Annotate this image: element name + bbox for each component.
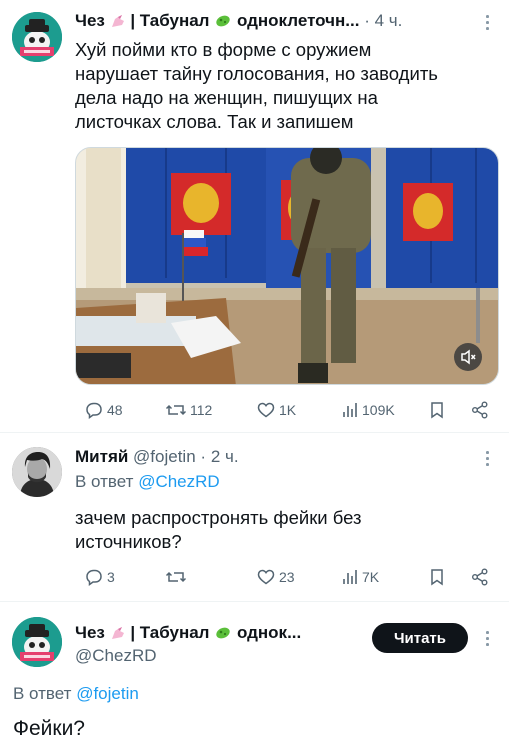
- unicorn-icon: [110, 12, 126, 27]
- tweet-time[interactable]: 4 ч.: [375, 11, 403, 30]
- bookmark-button[interactable]: [425, 399, 446, 421]
- author-name[interactable]: Чез: [75, 11, 105, 30]
- views-icon: [341, 567, 359, 587]
- reply-to-mention[interactable]: @ChezRD: [138, 472, 220, 491]
- reply-to-line: В ответ @fojetin: [13, 683, 139, 705]
- bookmark-button[interactable]: [425, 566, 446, 588]
- reply-to-prefix: В ответ: [13, 684, 72, 703]
- author-handle[interactable]: @fojetin: [133, 447, 196, 466]
- divider: [0, 601, 509, 602]
- heart-icon: [256, 567, 276, 587]
- avatar-chez[interactable]: [12, 617, 62, 667]
- reply-to-mention[interactable]: @fojetin: [76, 684, 139, 703]
- author-name-tail: одноклеточн...: [236, 11, 360, 30]
- author-handle[interactable]: @ChezRD: [75, 646, 157, 665]
- reply-count: 3: [107, 569, 115, 585]
- like-count: 1K: [279, 402, 297, 418]
- author-name-tail: однок...: [236, 623, 302, 642]
- avatar-mityai[interactable]: [12, 447, 62, 497]
- views-count: 7K: [362, 569, 380, 585]
- share-icon: [470, 400, 490, 420]
- tweet3-header: Чез | Табунал однок...: [75, 622, 301, 644]
- reply-count: 48: [107, 402, 123, 418]
- author-name-rest: | Табунал: [130, 623, 210, 642]
- more-options-icon[interactable]: [477, 12, 497, 32]
- virus-icon: [214, 625, 232, 641]
- tweet3-handle-line: @ChezRD: [75, 645, 157, 667]
- tweet-text: Фейки?: [13, 717, 85, 740]
- reply-icon: [84, 567, 104, 587]
- heart-icon: [256, 400, 276, 420]
- author-name-rest: | Табунал: [130, 11, 210, 30]
- retweet-button[interactable]: [162, 566, 190, 588]
- share-button[interactable]: [467, 399, 490, 421]
- retweet-icon: [165, 400, 187, 420]
- time-separator: ·: [364, 11, 370, 30]
- reply-to-prefix: В ответ: [75, 472, 134, 491]
- like-count: 23: [279, 569, 295, 585]
- reply-button[interactable]: 3: [81, 566, 115, 588]
- bookmark-icon: [428, 567, 446, 587]
- retweet-button[interactable]: 112: [162, 399, 212, 421]
- views-icon: [341, 400, 359, 420]
- more-options-icon[interactable]: [477, 628, 497, 648]
- tweet-video[interactable]: [75, 147, 499, 385]
- like-button[interactable]: 1K: [253, 399, 296, 421]
- tweet-text: зачем распростронять фейки без источнико…: [75, 507, 362, 552]
- avatar-chez[interactable]: [12, 12, 62, 62]
- virus-icon: [214, 13, 232, 29]
- reply-to-line: В ответ @ChezRD: [75, 471, 220, 493]
- divider: [0, 432, 509, 433]
- views-count: 109K: [362, 402, 395, 418]
- reply-icon: [84, 400, 104, 420]
- tweet1-header: Чез | Табунал одноклеточн... · 4 ч.: [75, 10, 402, 32]
- tweet1-actions: 48 112 1K 109K: [75, 399, 495, 421]
- like-button[interactable]: 23: [253, 566, 295, 588]
- more-options-icon[interactable]: [477, 448, 497, 468]
- read-button[interactable]: Читать: [372, 623, 468, 653]
- views-button[interactable]: 7K: [338, 566, 379, 588]
- bookmark-icon: [428, 400, 446, 420]
- author-name[interactable]: Чез: [75, 623, 105, 642]
- tweet-time[interactable]: 2 ч.: [211, 447, 239, 466]
- share-button[interactable]: [467, 566, 490, 588]
- share-icon: [470, 567, 490, 587]
- tweet-text: Хуй пойми кто в форме с оружием нарушает…: [75, 39, 438, 132]
- tweet2-header: Митяй @fojetin · 2 ч.: [75, 446, 239, 468]
- views-button[interactable]: 109K: [338, 399, 395, 421]
- unicorn-icon: [110, 624, 126, 639]
- tweet2-actions: 3 23 7K: [75, 566, 495, 588]
- mute-icon[interactable]: [456, 346, 480, 368]
- reply-button[interactable]: 48: [81, 399, 123, 421]
- author-name[interactable]: Митяй: [75, 447, 128, 466]
- retweet-count: 112: [190, 402, 213, 418]
- time-separator: ·: [200, 447, 207, 466]
- retweet-icon: [165, 567, 187, 587]
